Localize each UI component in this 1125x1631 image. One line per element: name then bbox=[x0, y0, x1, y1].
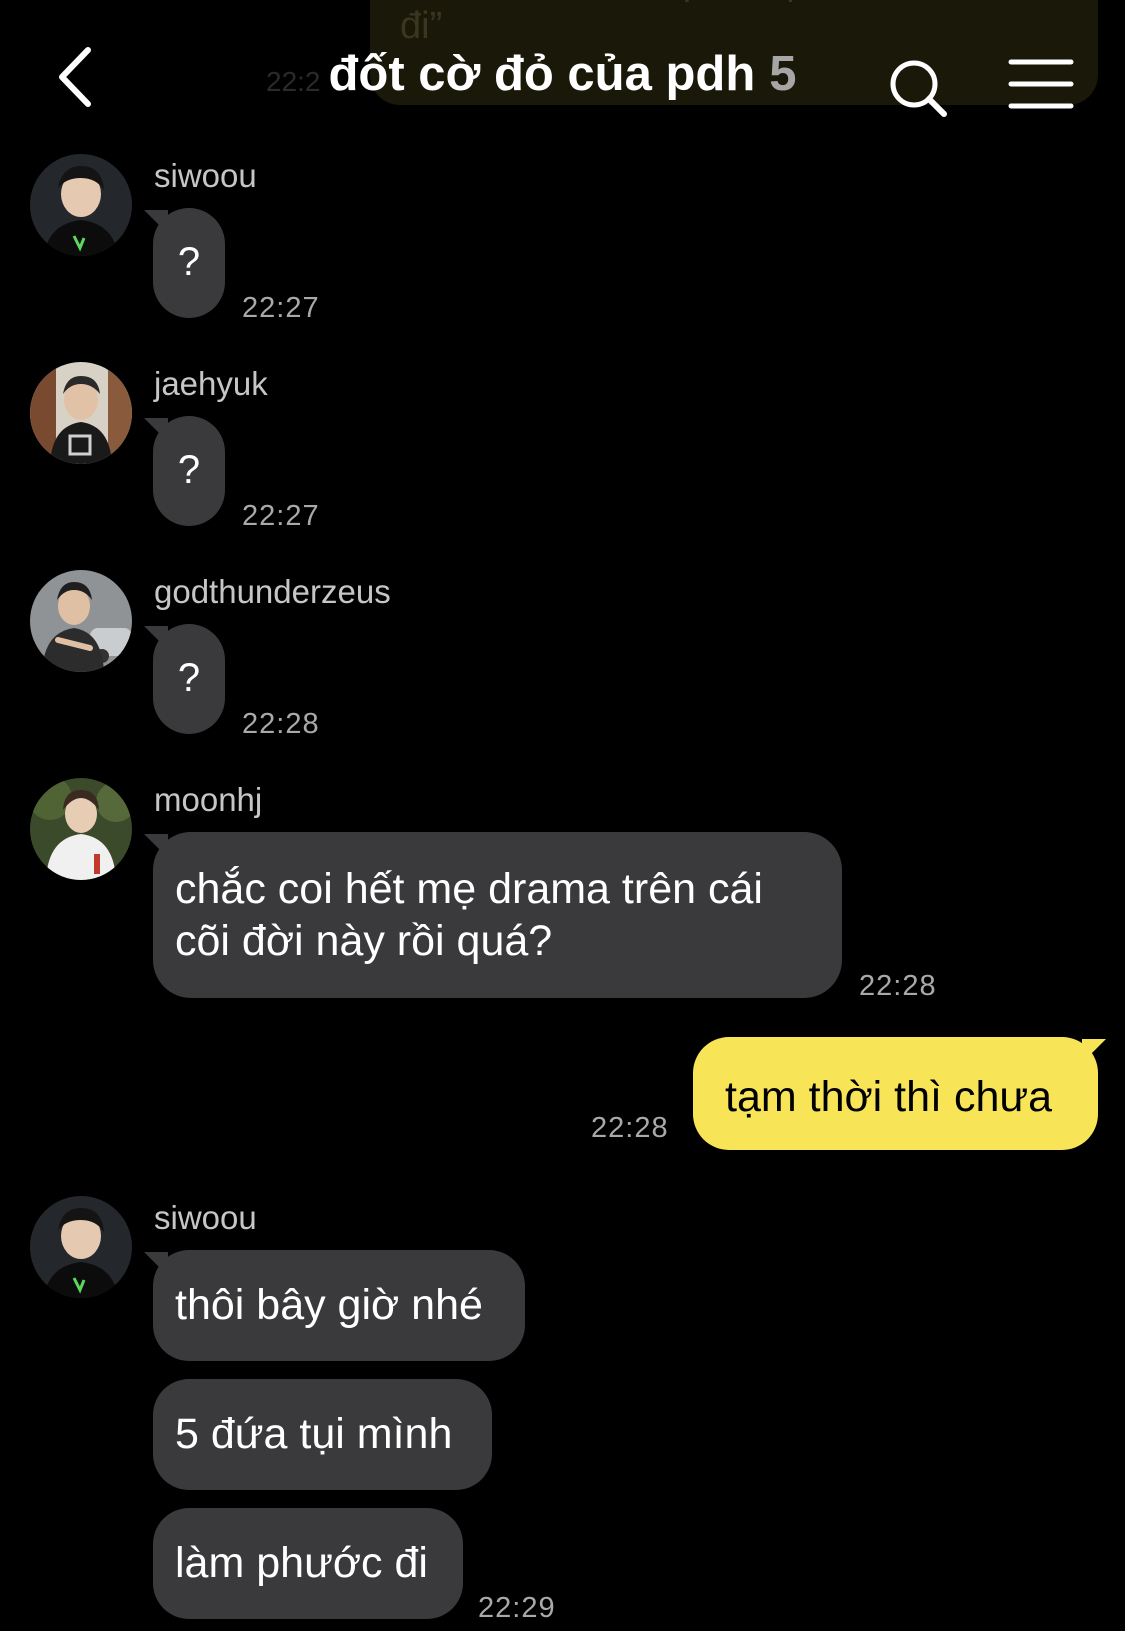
message-bubble[interactable]: ? bbox=[153, 624, 225, 734]
avatar-photo bbox=[30, 1196, 132, 1298]
message-bubble[interactable]: 5 đứa tụi mình bbox=[153, 1379, 492, 1490]
message-bubble[interactable]: ? bbox=[153, 416, 225, 526]
outgoing-message-bubble[interactable]: tạm thời thì chưa bbox=[693, 1037, 1098, 1150]
message-text-line: chắc coi hết mẹ drama trên cái bbox=[175, 865, 763, 913]
member-count: 5 bbox=[769, 47, 797, 101]
hamburger-menu-icon bbox=[1008, 59, 1074, 109]
message-time: 22:29 bbox=[478, 1592, 556, 1624]
message-text-line: cõi đời này rồi quá? bbox=[175, 917, 553, 965]
avatar-photo bbox=[30, 778, 132, 880]
sender-name: moonhj bbox=[154, 781, 263, 818]
sender-name: jaehyuk bbox=[154, 365, 268, 402]
message-time: 22:27 bbox=[242, 292, 320, 324]
avatar-photo bbox=[30, 362, 132, 464]
chat-title: đốt cờ đỏ của pdh 5 bbox=[0, 44, 1125, 104]
chat-name: đốt cờ đỏ của pdh bbox=[328, 47, 756, 101]
avatar-siwoou[interactable] bbox=[30, 1196, 132, 1298]
search-button[interactable] bbox=[888, 58, 950, 120]
sender-name: godthunderzeus bbox=[154, 573, 391, 610]
avatar-siwoou[interactable] bbox=[30, 154, 132, 256]
message-time: 22:28 bbox=[859, 970, 937, 1002]
message-time: 22:28 bbox=[242, 708, 320, 740]
avatar-moonhj[interactable] bbox=[30, 778, 132, 880]
message-bubble[interactable]: làm phước đi bbox=[153, 1508, 463, 1619]
menu-button[interactable] bbox=[1008, 58, 1074, 110]
message-bubble[interactable]: ? bbox=[153, 208, 225, 318]
message-bubble[interactable]: chắc coi hết mẹ drama trên cái cõi đời n… bbox=[153, 832, 842, 998]
sender-name: siwoou bbox=[154, 1199, 257, 1236]
avatar-godthunderzeus[interactable] bbox=[30, 570, 132, 672]
message-time: 22:27 bbox=[242, 500, 320, 532]
message-bubble[interactable]: thôi bây giờ nhé bbox=[153, 1250, 525, 1361]
message-time: 22:28 bbox=[591, 1112, 669, 1144]
sender-name: siwoou bbox=[154, 157, 257, 194]
avatar-jaehyuk[interactable] bbox=[30, 362, 132, 464]
search-icon bbox=[890, 60, 947, 117]
avatar-photo bbox=[30, 570, 132, 672]
avatar-photo bbox=[30, 154, 132, 256]
chat-header: đốt cờ đỏ của pdh 5 bbox=[0, 0, 1125, 140]
